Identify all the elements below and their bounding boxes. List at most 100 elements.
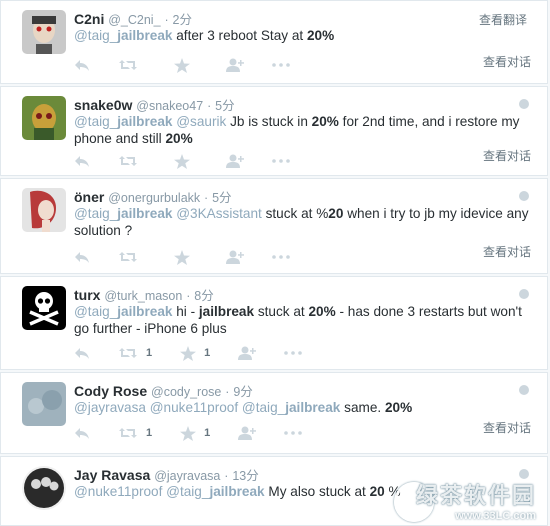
follow-button[interactable] <box>238 346 257 360</box>
avatar[interactable] <box>22 10 66 54</box>
tweet-item[interactable]: öner @onergurbulakk · 5分 @taig_jailbreak… <box>0 178 548 274</box>
retweet-count: 1 <box>146 427 153 439</box>
user-handle[interactable]: @turk_mason <box>104 289 182 303</box>
gear-icon[interactable] <box>519 99 529 109</box>
avatar[interactable] <box>22 382 66 426</box>
retweet-button[interactable] <box>118 250 146 264</box>
tweet-item[interactable]: C2ni @_C2ni_ · 2分 查看翻译 @taig_jailbreak a… <box>0 0 548 84</box>
mention-link[interactable]: @nuke11proof <box>146 400 238 415</box>
mention-link[interactable]: @taig_ <box>162 484 209 499</box>
tweet-item[interactable]: snake0w @snakeo47 · 5分 @taig_jailbreak @… <box>0 86 548 176</box>
gear-icon[interactable] <box>519 385 529 395</box>
favorite-button[interactable] <box>174 57 198 73</box>
timestamp[interactable]: 5分 <box>212 191 231 205</box>
retweet-button[interactable]: 1 <box>118 346 152 360</box>
mention-link[interactable]: @taig_ <box>74 114 117 129</box>
gear-icon[interactable] <box>519 289 529 299</box>
mention-link[interactable]: @nuke11proof <box>74 484 162 499</box>
more-button[interactable] <box>272 159 290 163</box>
tweet-text: @taig_jailbreak after 3 reboot Stay at 2… <box>74 27 533 44</box>
timestamp[interactable]: 2分 <box>173 13 192 27</box>
separator: · <box>186 289 191 303</box>
mention-link[interactable]: @jayravasa <box>74 400 146 415</box>
separator: · <box>204 191 209 205</box>
follow-button[interactable] <box>226 58 244 72</box>
mention-link[interactable]: jailbreak <box>209 484 264 499</box>
timestamp[interactable]: 13分 <box>232 469 258 483</box>
avatar[interactable] <box>22 96 66 140</box>
user-name[interactable]: Cody Rose <box>74 383 147 399</box>
gear-icon[interactable] <box>519 469 529 479</box>
tweet-actions <box>74 57 318 73</box>
highlighted-term: 20 <box>369 484 385 499</box>
user-handle[interactable]: @_C2ni_ <box>108 13 160 27</box>
reply-icon <box>75 156 89 167</box>
reply-button[interactable] <box>74 250 90 264</box>
tweet-text: @taig_jailbreak hi - jailbreak stuck at … <box>74 303 533 337</box>
mention-link[interactable]: @taig_ <box>238 400 285 415</box>
timestamp[interactable]: 9分 <box>233 385 252 399</box>
avatar[interactable] <box>22 188 66 232</box>
mention-link[interactable]: jailbreak <box>117 114 172 129</box>
favorite-button[interactable] <box>174 249 198 265</box>
mention-link[interactable]: jailbreak <box>285 400 340 415</box>
reply-button[interactable] <box>74 58 90 72</box>
user-name[interactable]: Jay Ravasa <box>74 467 150 483</box>
highlighted-term: 20% <box>306 28 335 43</box>
user-name[interactable]: snake0w <box>74 97 132 113</box>
reply-button[interactable] <box>74 426 90 440</box>
tweet-actions: 1 1 <box>74 345 330 361</box>
more-button[interactable] <box>284 351 303 355</box>
avatar[interactable] <box>22 466 66 510</box>
view-conversation-link[interactable]: 查看对话 <box>483 419 531 436</box>
user-handle[interactable]: @snakeo47 <box>136 99 203 113</box>
user-handle[interactable]: @cody_rose <box>151 385 221 399</box>
user-handle[interactable]: @jayravasa <box>154 469 220 483</box>
retweet-button[interactable] <box>118 154 146 168</box>
favorite-button[interactable]: 1 <box>180 425 210 441</box>
user-name[interactable]: öner <box>74 189 104 205</box>
mention-link[interactable]: @taig_ <box>74 206 117 221</box>
favorite-button[interactable] <box>174 153 198 169</box>
reply-icon <box>75 252 89 263</box>
mention-link[interactable]: @3KAssistant <box>172 206 262 221</box>
view-conversation-link[interactable]: 查看对话 <box>483 243 531 260</box>
tweet-item[interactable]: Jay Ravasa @jayravasa · 13分 @nuke11proof… <box>0 456 548 526</box>
more-button[interactable] <box>272 63 290 67</box>
separator: · <box>207 99 212 113</box>
retweet-button[interactable] <box>118 58 146 72</box>
tweet-item[interactable]: Cody Rose @cody_rose · 9分 @jayravasa @nu… <box>0 372 548 454</box>
user-name[interactable]: turx <box>74 287 100 303</box>
retweet-button[interactable]: 1 <box>118 426 152 440</box>
tweet-header: öner @onergurbulakk · 5分 <box>74 187 517 206</box>
favorite-button[interactable]: 1 <box>180 345 210 361</box>
mention-link[interactable]: jailbreak <box>117 28 172 43</box>
mention-link[interactable]: @taig_ <box>74 28 117 43</box>
follow-button[interactable] <box>238 426 257 440</box>
reply-button[interactable] <box>74 154 90 168</box>
translate-link[interactable]: 查看翻译 <box>479 11 527 28</box>
more-button[interactable] <box>272 255 290 259</box>
tweet-text-segment: My also stuck at <box>264 484 370 499</box>
mention-link[interactable]: jailbreak <box>117 304 172 319</box>
user-name[interactable]: C2ni <box>74 11 104 27</box>
timestamp[interactable]: 5分 <box>215 99 234 113</box>
star-icon <box>174 153 190 169</box>
follow-button[interactable] <box>226 154 244 168</box>
more-icon <box>284 431 303 435</box>
star-icon <box>180 425 197 441</box>
highlighted-term: 20% <box>308 304 336 319</box>
reply-button[interactable] <box>74 346 90 360</box>
more-button[interactable] <box>284 431 303 435</box>
view-conversation-link[interactable]: 查看对话 <box>483 53 531 70</box>
mention-link[interactable]: @saurik <box>172 114 226 129</box>
view-conversation-link[interactable]: 查看对话 <box>483 147 531 164</box>
follow-button[interactable] <box>226 250 244 264</box>
mention-link[interactable]: @taig_ <box>74 304 117 319</box>
timestamp[interactable]: 8分 <box>194 289 213 303</box>
avatar[interactable] <box>22 286 66 330</box>
mention-link[interactable]: jailbreak <box>117 206 172 221</box>
gear-icon[interactable] <box>519 191 529 201</box>
tweet-item[interactable]: turx @turk_mason · 8分 @taig_jailbreak hi… <box>0 276 548 370</box>
user-handle[interactable]: @onergurbulakk <box>108 191 200 205</box>
